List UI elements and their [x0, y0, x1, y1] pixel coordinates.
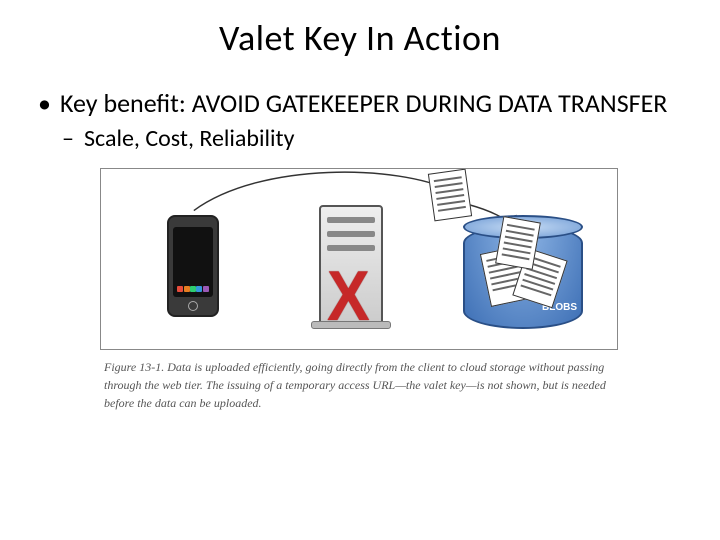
bullet-list: Key benefit: AVOID GATEKEEPER DURING DAT…: [38, 88, 690, 154]
figure-caption: Figure 13-1. Data is uploaded efficientl…: [100, 358, 620, 412]
phone-screen: [173, 227, 213, 297]
bullet-key-benefit: Key benefit: AVOID GATEKEEPER DURING DAT…: [38, 88, 690, 119]
figure-container: X BLOBS Figure 13-1. Data is uploaded ef…: [100, 168, 620, 412]
phone-icon: [167, 215, 219, 317]
cross-out-icon: X: [327, 255, 370, 336]
slide-title: Valet Key In Action: [30, 16, 690, 60]
slide: Valet Key In Action Key benefit: AVOID G…: [0, 0, 720, 540]
phone-home-button-icon: [188, 301, 198, 311]
bullet-scale-cost-reliability: Scale, Cost, Reliability: [38, 125, 690, 154]
architecture-diagram: X BLOBS: [100, 168, 618, 350]
phone-app-row: [177, 283, 209, 295]
document-icon: [428, 169, 472, 222]
